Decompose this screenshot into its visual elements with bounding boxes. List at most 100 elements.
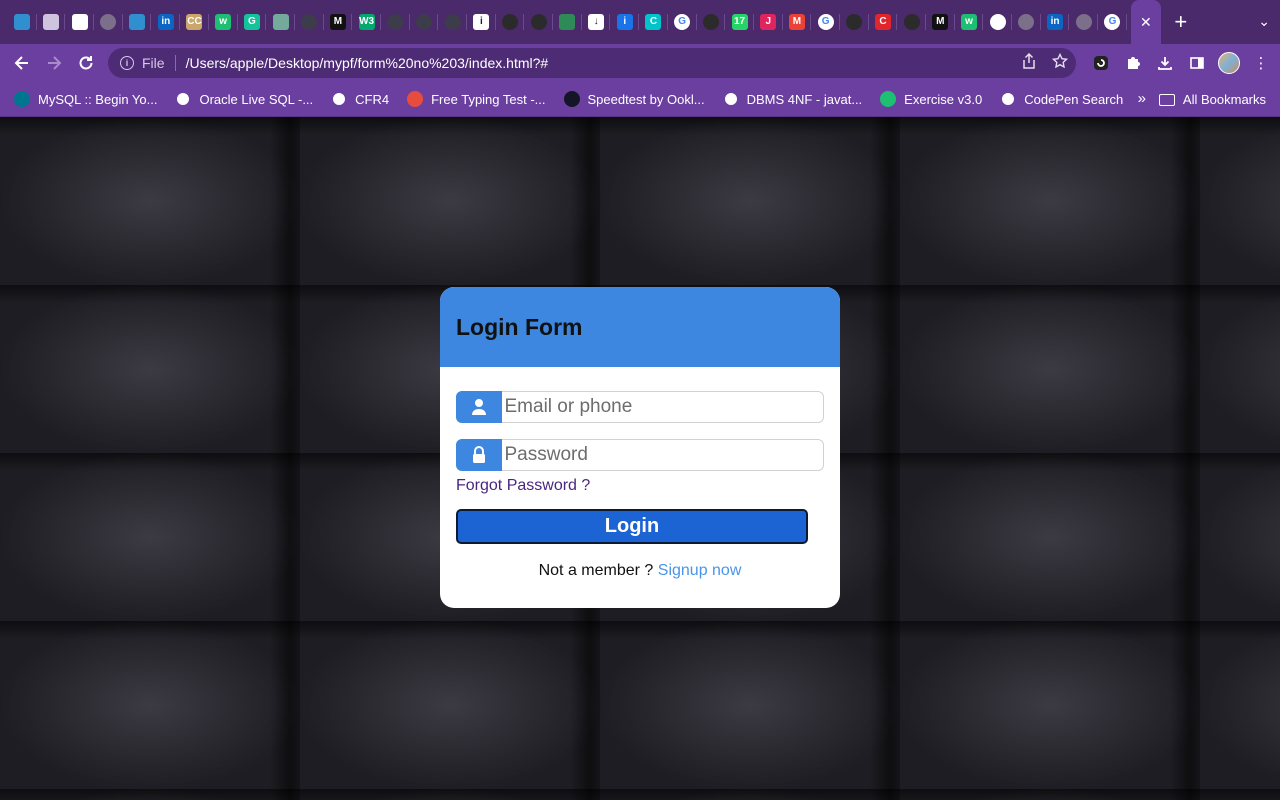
extension-icon[interactable] [1090,48,1112,78]
bookmark-item[interactable]: CFR4 [331,82,389,117]
login-card: Login Form Forgot Password ? Login Not a… [440,287,840,608]
reload-button[interactable] [70,47,102,79]
bookmark-item[interactable]: CodePen Search [1000,82,1123,117]
browser-tab[interactable]: w [955,0,984,44]
browser-tab[interactable]: C [639,0,668,44]
browser-tab[interactable]: in [151,0,180,44]
browser-tab[interactable] [1012,0,1041,44]
browser-tab[interactable] [94,0,123,44]
browser-tab[interactable] [266,0,295,44]
browser-tab[interactable]: G [668,0,697,44]
bookmark-star-icon[interactable] [1051,52,1069,73]
password-input[interactable] [501,444,812,466]
password-field [455,439,824,471]
info-icon: i [473,14,490,30]
forward-button[interactable] [38,47,70,79]
profile-avatar[interactable] [1218,52,1240,74]
browser-tab[interactable] [897,0,926,44]
active-tab[interactable]: ✕ [1130,0,1161,44]
puzzle-extensions-icon[interactable] [1122,48,1144,78]
new-tab-button[interactable]: + [1161,0,1201,44]
browser-tab[interactable]: 17 [725,0,754,44]
browser-tab[interactable]: C [869,0,898,44]
login-button[interactable]: Login [456,509,808,544]
site-info-icon[interactable]: i [120,56,134,70]
browser-tab[interactable] [983,0,1012,44]
j-icon: J [760,14,777,30]
bookmark-label: Speedtest by Ookl... [587,91,705,107]
browser-tab[interactable]: w [209,0,238,44]
browser-tab[interactable]: in [1041,0,1070,44]
bookmark-item[interactable]: Exercise v3.0 [880,82,982,117]
forgot-password-link[interactable]: Forgot Password ? [456,477,824,495]
browser-tab[interactable] [553,0,582,44]
email-field [455,391,824,423]
browser-tab[interactable] [123,0,152,44]
browser-tab[interactable] [697,0,726,44]
browser-tab[interactable] [8,0,37,44]
tab-search-button[interactable]: ⌄ [1258,13,1270,30]
bookmark-item[interactable]: Free Typing Test -... [407,82,546,117]
rainbow-logo-icon [129,14,146,30]
linkedin-icon: in [1047,14,1064,30]
github-icon [702,14,719,30]
bookmark-item[interactable]: MySQL :: Begin Yo... [14,82,157,117]
signup-row: Not a member ? Signup now [456,562,824,580]
bookmark-label: CFR4 [355,91,390,107]
browser-tab[interactable] [295,0,324,44]
browser-tab[interactable]: i [467,0,496,44]
github-icon [903,14,920,30]
bookmark-item[interactable]: Speedtest by Ookl... [563,82,705,117]
browser-tab[interactable] [37,0,66,44]
address-divider [174,55,176,71]
browser-tab[interactable]: G [1098,0,1127,44]
page-background: Login Form Forgot Password ? Login Not a… [0,117,1280,800]
dark-square-icon [415,14,432,30]
kebab-menu-icon[interactable]: ⋮ [1250,48,1272,78]
gmail-icon: M [788,14,805,30]
tabs-list: in CC w G M W3 i ↓ i C G 17 J M G C Mw in G ✕ [0,0,1161,44]
rainbow-logo-icon [14,14,31,30]
info-square-icon: i [616,14,633,30]
browser-tab[interactable]: G [811,0,840,44]
github-icon [502,14,519,30]
downloads-icon[interactable] [1154,48,1176,78]
close-tab-icon[interactable]: ✕ [1140,14,1152,31]
browser-tab[interactable]: J [754,0,783,44]
browser-tab[interactable]: CC [180,0,209,44]
browser-tab[interactable]: M [783,0,812,44]
bookmarks-overflow-button[interactable]: » [1138,90,1146,107]
browser-tab[interactable]: i [610,0,639,44]
email-input[interactable] [501,396,812,418]
address-bar[interactable]: i File /Users/apple/Desktop/mypf/form%20… [108,48,1076,78]
browser-tab[interactable] [524,0,553,44]
all-bookmarks-button[interactable]: All Bookmarks [1158,82,1266,117]
browser-tab[interactable] [1069,0,1098,44]
bookmark-label: CodePen Search [1024,91,1124,107]
bookmark-item[interactable]: Oracle Live SQL -... [175,82,313,117]
browser-tab[interactable] [438,0,467,44]
share-icon[interactable] [1022,52,1036,73]
address-url[interactable]: /Users/apple/Desktop/mypf/form%20no%203/… [186,55,549,71]
bookmark-item[interactable]: DBMS 4NF - javat... [722,82,863,117]
browser-tab[interactable]: ↓ [582,0,611,44]
browser-tab[interactable] [410,0,439,44]
browser-tab[interactable] [381,0,410,44]
browser-tab[interactable] [496,0,525,44]
leaf-icon [559,14,576,30]
side-panel-icon[interactable] [1186,48,1208,78]
back-button[interactable] [6,47,38,79]
globe-icon [1018,14,1035,30]
browser-tab[interactable] [65,0,94,44]
browser-tab[interactable]: M [324,0,353,44]
red-c-icon: C [874,14,891,30]
browser-tab[interactable]: G [238,0,267,44]
browser-tab[interactable]: M [926,0,955,44]
bookmark-label: DBMS 4NF - javat... [746,91,863,107]
browser-tab[interactable]: W3 [352,0,381,44]
folder-icon [1158,93,1175,106]
browser-tab[interactable] [840,0,869,44]
cc-icon: CC [186,14,203,30]
signup-link[interactable]: Signup now [658,562,742,579]
google-icon: G [817,14,834,30]
